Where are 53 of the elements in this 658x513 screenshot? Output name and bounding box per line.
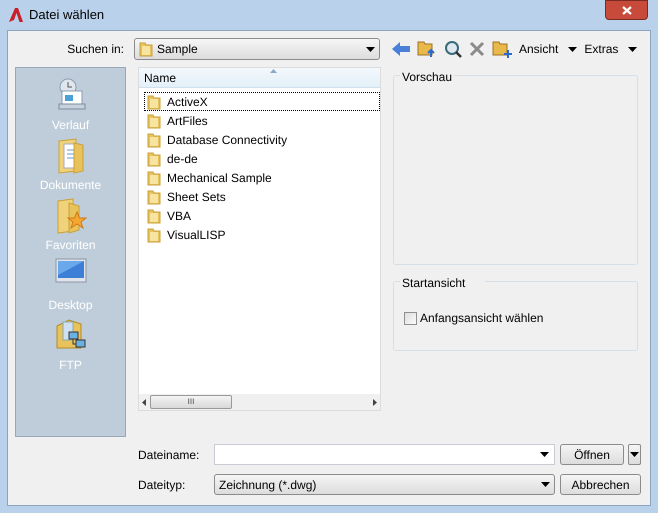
start-view-checkbox[interactable]: Anfangsansicht wählen <box>404 309 544 327</box>
scroll-right-icon <box>373 398 377 406</box>
toolbar-menu[interactable]: Ansicht <box>519 40 578 58</box>
file-row[interactable]: VBA <box>144 206 380 225</box>
file-row[interactable]: Database Connectivity <box>144 130 380 149</box>
folder-icon <box>147 132 161 148</box>
column-header[interactable]: Name <box>139 68 380 88</box>
caret-icon <box>628 46 638 52</box>
folder-icon <box>147 150 161 166</box>
file-row[interactable]: Sheet Sets <box>144 187 380 206</box>
cancel-button[interactable]: Abbrechen <box>560 474 641 495</box>
caret-icon <box>541 482 550 487</box>
open-options-button[interactable] <box>628 444 641 465</box>
back-arrow-icon[interactable] <box>392 42 410 56</box>
open-button[interactable]: Öffnen <box>560 444 624 465</box>
file-row[interactable]: ActiveX <box>144 92 380 111</box>
file-row[interactable]: Mechanical Sample <box>144 168 380 187</box>
folder-icon <box>147 188 161 204</box>
checkbox[interactable] <box>404 312 417 324</box>
app-logo-icon <box>9 8 23 22</box>
close-button[interactable] <box>605 0 648 20</box>
horizontal-scrollbar[interactable]: III <box>139 394 380 410</box>
folder-icon <box>147 112 161 128</box>
look-in-label: Suchen in: <box>66 41 125 58</box>
folder-icon <box>147 170 161 186</box>
folder-up-icon[interactable] <box>417 40 437 58</box>
file-row[interactable]: VisualLISP <box>144 225 380 244</box>
delete-icon[interactable] <box>469 41 485 57</box>
file-name-label: Dateiname: <box>138 446 200 464</box>
caret-icon <box>568 46 578 52</box>
look-in-dropdown[interactable]: Sample <box>134 38 380 60</box>
folder-icon <box>139 41 153 57</box>
dropdown-caret-icon <box>540 452 549 457</box>
monitor-icon <box>54 258 86 284</box>
sort-arrow-icon <box>270 69 277 73</box>
documents-folder-icon <box>56 138 86 174</box>
folder-icon <box>147 226 161 242</box>
file-type-dropdown[interactable]: Zeichnung (*.dwg) <box>214 474 555 495</box>
file-row[interactable]: ArtFiles <box>144 111 380 130</box>
folder-icon <box>147 94 161 110</box>
star-folder-icon <box>54 198 86 234</box>
caret-icon <box>630 452 639 457</box>
file-row[interactable]: de-de <box>144 149 380 168</box>
toolbar-menu[interactable]: Extras <box>584 40 638 58</box>
new-folder-icon[interactable] <box>492 40 512 58</box>
file-name-field[interactable] <box>214 444 555 465</box>
window-title: Datei wählen <box>29 6 104 24</box>
caret-icon <box>366 46 375 52</box>
scroll-thumb[interactable]: III <box>150 395 232 409</box>
folder-icon <box>147 208 161 224</box>
file-type-label: Dateityp: <box>138 476 186 494</box>
scroll-left-icon <box>142 398 146 406</box>
close-icon <box>622 6 632 14</box>
